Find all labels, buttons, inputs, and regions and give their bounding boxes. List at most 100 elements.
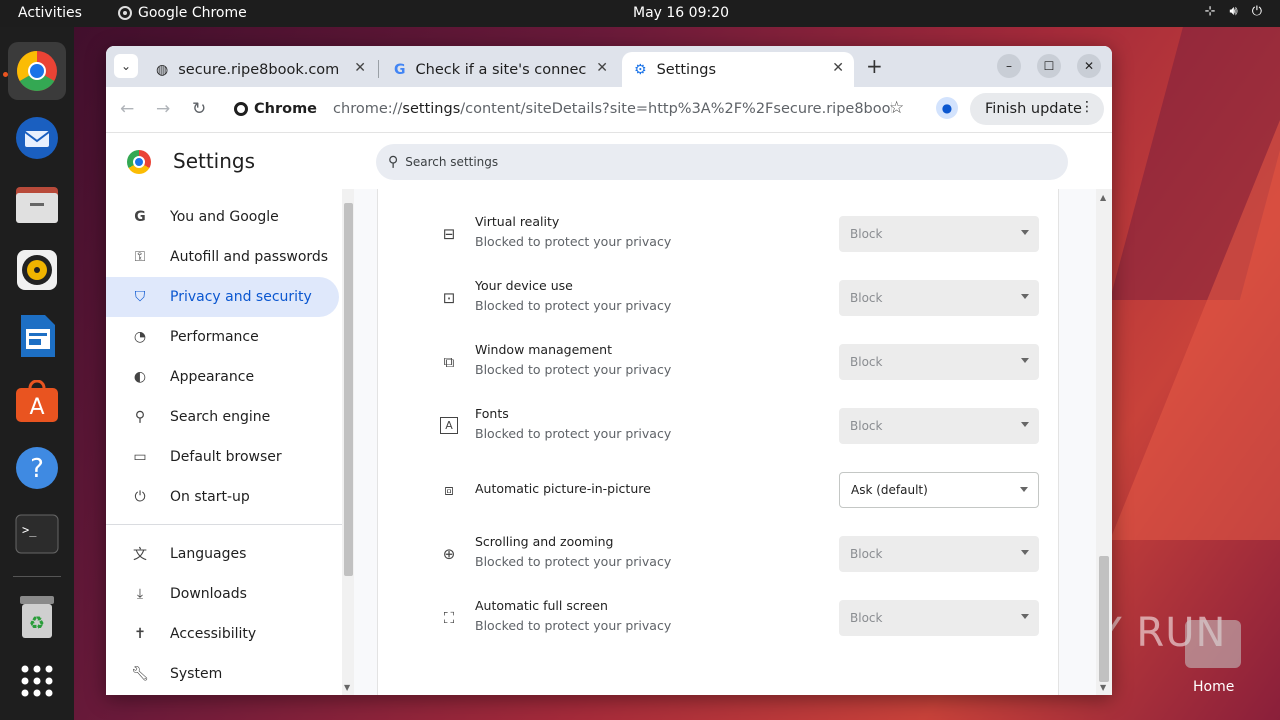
forward-arrow-icon[interactable]: → (156, 99, 170, 119)
tab-title: Settings (656, 61, 717, 78)
trash-dock-icon[interactable]: ♻ (8, 588, 66, 646)
clock[interactable]: May 16 09:20 (633, 5, 729, 21)
system-tray[interactable]: ⊹ 🔊︎ ⏻ (1205, 4, 1262, 19)
wallpaper-shape (1110, 120, 1280, 540)
permission-row-picture-in-picture: ⧈ Automatic picture-in-picture Ask (defa… (378, 459, 1060, 523)
chevron-down-icon: ⌄ (120, 59, 132, 73)
back-arrow-icon[interactable]: ← (120, 99, 134, 119)
permission-select[interactable]: Block (839, 536, 1039, 572)
permission-title: Your device use (475, 278, 573, 293)
devices-icon: ⊡ (442, 289, 456, 307)
tab-ripe8book[interactable]: ◍ secure.ripe8book.com ✕ (144, 52, 376, 87)
sidebar-item-search-engine[interactable]: ⚲ Search engine (106, 397, 339, 437)
chrome-chip[interactable]: Chrome (222, 101, 317, 117)
select-value: Block (850, 227, 883, 241)
app-menu[interactable]: Google Chrome (118, 5, 247, 21)
address-bar[interactable]: Chrome chrome://settings/content/siteDet… (222, 91, 892, 127)
chrome-dock-icon[interactable] (8, 42, 66, 100)
sidebar-item-performance[interactable]: ◔ Performance (106, 317, 339, 357)
google-g-icon: G (134, 209, 146, 225)
sidebar-item-label: Privacy and security (170, 289, 312, 305)
svg-text:♻: ♻ (29, 613, 45, 634)
permission-subtitle: Blocked to protect your privacy (475, 426, 672, 441)
palette-icon: ◐ (133, 369, 147, 385)
dropdown-caret-icon (1021, 614, 1029, 619)
sidebar-item-default-browser[interactable]: ▭ Default browser (106, 437, 339, 477)
scroll-up-arrow-icon[interactable]: ▲ (1100, 193, 1106, 202)
settings-header: Settings ⚲ Search settings (106, 132, 1112, 189)
sidebar-item-label: Downloads (170, 586, 247, 602)
select-value: Block (850, 291, 883, 305)
profile-avatar-icon[interactable]: ● (936, 97, 958, 119)
close-window-button[interactable]: ✕ (1077, 54, 1101, 78)
sidebar-scrollbar-thumb[interactable] (344, 203, 353, 576)
url-text[interactable]: chrome://settings/content/siteDetails?si… (333, 101, 892, 117)
home-folder-icon[interactable] (1185, 620, 1241, 668)
show-apps-icon[interactable] (8, 652, 66, 710)
volume-icon[interactable]: 🔊︎ (1230, 4, 1238, 19)
dropdown-caret-icon (1021, 358, 1029, 363)
reload-icon[interactable]: ↻ (192, 99, 206, 119)
sidebar-item-appearance[interactable]: ◐ Appearance (106, 357, 339, 397)
search-settings-input[interactable]: ⚲ Search settings (376, 144, 1068, 180)
network-icon[interactable]: ⊹ (1205, 4, 1216, 19)
dropdown-caret-icon (1021, 550, 1029, 555)
sidebar-item-downloads[interactable]: ⤓ Downloads (106, 574, 339, 614)
help-dock-icon[interactable]: ? (8, 439, 66, 497)
search-icon: ⚲ (388, 154, 399, 170)
chip-label: Chrome (254, 101, 318, 117)
key-icon: ⚿ (134, 249, 146, 265)
new-tab-button[interactable]: + (866, 54, 883, 78)
search-placeholder: Search settings (405, 155, 499, 169)
sidebar-item-system[interactable]: 🔧︎ System (106, 654, 339, 694)
maximize-button[interactable]: ☐ (1037, 54, 1061, 78)
activities-button[interactable]: Activities (18, 5, 82, 21)
dropdown-caret-icon (1021, 422, 1029, 427)
tab-check-connection[interactable]: G Check if a site's connecti ✕ (382, 52, 618, 87)
more-vert-icon[interactable]: ⋮ (1080, 99, 1094, 115)
permission-subtitle: Blocked to protect your privacy (475, 618, 672, 633)
select-value: Block (850, 547, 883, 561)
sidebar-item-accessibility[interactable]: ✝ Accessibility (106, 614, 339, 654)
sidebar-item-languages[interactable]: 文 Languages (106, 534, 339, 574)
sidebar-item-privacy[interactable]: ⛉ Privacy and security (106, 277, 339, 317)
power-icon[interactable]: ⏻ (1252, 4, 1262, 19)
app-name: Google Chrome (138, 5, 247, 21)
permission-select[interactable]: Ask (default) (839, 472, 1039, 508)
files-dock-icon[interactable] (8, 175, 66, 233)
rhythmbox-dock-icon[interactable] (8, 241, 66, 299)
permission-select[interactable]: Block (839, 600, 1039, 636)
permission-select[interactable]: Block (839, 216, 1039, 252)
scroll-down-arrow-icon[interactable]: ▼ (344, 683, 350, 692)
tab-search-button[interactable]: ⌄ (114, 54, 138, 78)
permission-select[interactable]: Block (839, 344, 1039, 380)
bookmark-star-icon[interactable]: ☆ (889, 98, 904, 118)
permission-select[interactable]: Block (839, 280, 1039, 316)
scroll-down-arrow-icon[interactable]: ▼ (1100, 683, 1106, 692)
close-icon[interactable]: ✕ (596, 60, 608, 76)
close-icon[interactable]: ✕ (832, 60, 844, 76)
finish-update-button[interactable]: Finish update ⋮ (970, 93, 1104, 125)
terminal-dock-icon[interactable]: >_ (8, 505, 66, 563)
sidebar-item-you-and-google[interactable]: G You and Google (106, 197, 339, 237)
sidebar-item-autofill[interactable]: ⚿ Autofill and passwords (106, 237, 339, 277)
libreoffice-writer-dock-icon[interactable] (8, 307, 66, 365)
globe-icon: ◍ (156, 61, 169, 78)
close-icon[interactable]: ✕ (354, 60, 366, 76)
svg-text:>_: >_ (22, 523, 37, 537)
browser-toolbar: ← → ↻ Chrome chrome://settings/content/s… (106, 87, 1112, 131)
thunderbird-dock-icon[interactable] (8, 109, 66, 167)
tab-settings[interactable]: ⚙ Settings ✕ (622, 52, 854, 87)
minimize-button[interactable]: – (997, 54, 1021, 78)
svg-text:?: ? (30, 454, 44, 484)
home-label[interactable]: Home (1193, 679, 1234, 695)
select-value: Ask (default) (851, 483, 928, 497)
main-scrollbar-thumb[interactable] (1099, 556, 1109, 682)
vr-headset-icon: ⊟ (442, 225, 456, 243)
sidebar-item-on-startup[interactable]: ⏻ On start-up (106, 477, 339, 517)
download-icon: ⤓ (136, 586, 144, 602)
translate-icon: 文 (133, 547, 147, 563)
app-center-dock-icon[interactable]: A (8, 373, 66, 431)
permission-select[interactable]: Block (839, 408, 1039, 444)
tab-title: Check if a site's connecti (415, 61, 586, 78)
